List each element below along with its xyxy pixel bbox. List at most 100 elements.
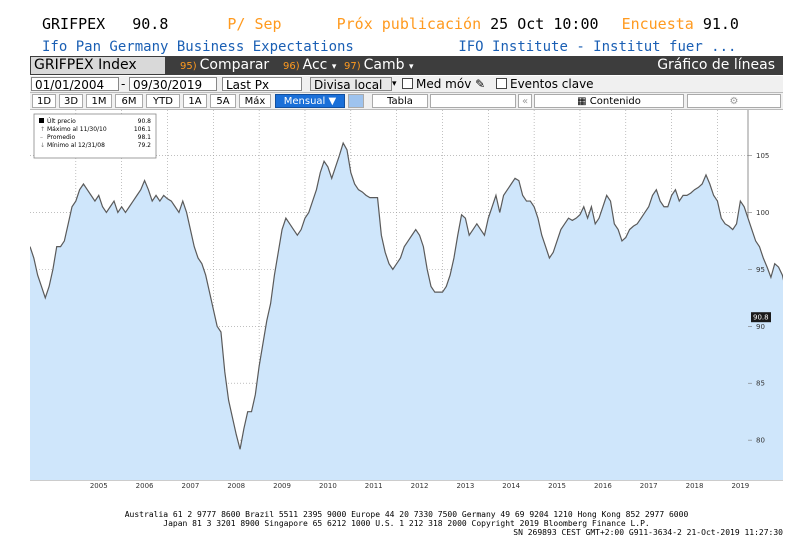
ticker-label: GRIFPEX	[42, 15, 106, 33]
range-button-1a[interactable]: 1A	[183, 94, 207, 108]
range-bar: 1D 3D 1M 6M YTD 1A 5A Máx Mensual ▼ Tabl…	[30, 93, 783, 110]
index-source: IFO Institute - Institut fuer ...	[458, 39, 737, 55]
key-events-checkbox[interactable]	[496, 78, 507, 89]
change-dropdown-icon: ▾	[408, 62, 414, 72]
legend-avg-label: Promedio	[47, 134, 76, 141]
currency-dropdown-icon[interactable]: ▾	[392, 76, 397, 92]
line-chart: 80859095100105 2005 2006 2007 2008 2009 2010 2…	[30, 110, 783, 490]
legend-min-value: 79.2	[138, 142, 152, 149]
footer-line-2: Japan 81 3 3201 8900 Singapore 65 6212 1…	[163, 519, 650, 528]
range-button-1m[interactable]: 1M	[86, 94, 112, 108]
legend-max-value: 106.1	[134, 126, 151, 133]
next-publication-date: 25 Oct 10:00	[490, 15, 599, 33]
end-date-value: 09/30/2019	[133, 78, 203, 92]
content-label: Contenido	[589, 96, 641, 107]
price-field-select[interactable]: Last Px	[222, 77, 302, 92]
footer: Australia 61 2 9777 8600 Brazil 5511 239…	[30, 510, 783, 537]
pencil-icon: ✎	[475, 77, 486, 91]
x-tick-label: 2007	[181, 482, 199, 490]
actions-dropdown-icon: ▾	[331, 62, 337, 72]
key-events-label: Eventos clave	[510, 77, 594, 91]
frequency-select[interactable]: Mensual ▼	[275, 94, 345, 108]
survey-value: 91.0	[702, 15, 739, 33]
x-tick-label: 2019	[731, 482, 749, 490]
legend-last-value: 90.8	[138, 118, 152, 125]
legend-avg-value: 98.1	[138, 134, 152, 141]
x-tick-label: 2006	[136, 482, 154, 490]
chart-type-label: Gráfico de líneas	[657, 57, 775, 73]
moving-average-toggle[interactable]: Med móv ✎	[402, 76, 485, 92]
legend-last-label: Últ precio	[47, 118, 76, 125]
x-tick-label: 2011	[365, 482, 383, 490]
footer-line-1: Australia 61 2 9777 8600 Brazil 5511 239…	[124, 510, 689, 519]
range-button-6m[interactable]: 6M	[115, 94, 143, 108]
range-button-3d[interactable]: 3D	[59, 94, 83, 108]
index-description: Ifo Pan Germany Business Expectations	[42, 39, 354, 55]
y-tick-label: 95	[756, 266, 765, 274]
end-date-field[interactable]: 09/30/2019	[129, 77, 217, 92]
compare-button[interactable]: 95) Comparar	[180, 56, 269, 75]
y-tick-label: 85	[756, 380, 765, 388]
security-value: GRIFPEX Index	[34, 57, 137, 73]
x-tick-label: 2008	[227, 482, 245, 490]
change-label: Camb	[363, 57, 405, 73]
last-value: 90.8	[132, 15, 169, 33]
key-events-toggle[interactable]: Eventos clave	[496, 76, 594, 92]
x-tick-label: 2010	[319, 482, 337, 490]
moving-average-label: Med móv	[416, 77, 472, 91]
header-row: GRIFPEX 90.8 P/ Sep Próx publicación 25 …	[42, 14, 739, 34]
compare-number: 95)	[180, 61, 197, 72]
x-tick-label: 2005	[90, 482, 108, 490]
price-field-value: Last Px	[226, 78, 270, 92]
x-tick-label: 2016	[594, 482, 612, 490]
x-tick-label: 2013	[456, 482, 474, 490]
content-button[interactable]: ▦ Contenido	[534, 94, 684, 108]
actions-button[interactable]: 96) Acc ▾	[283, 56, 336, 75]
x-tick-label: 2017	[640, 482, 658, 490]
frequency-extra-button[interactable]	[348, 94, 364, 108]
range-button-max[interactable]: Máx	[239, 94, 271, 108]
last-value-tag: 90.8	[751, 312, 771, 323]
table-button[interactable]: Tabla	[372, 94, 428, 108]
start-date-field[interactable]: 01/01/2004	[31, 77, 119, 92]
x-axis-ticks: 2005 2006 2007 2008 2009 2010 2011 2012 2013 2014…	[90, 482, 749, 490]
x-tick-label: 2009	[273, 482, 291, 490]
actions-label: Acc	[302, 57, 328, 73]
legend-min-label: Mínimo al 12/31/08	[47, 142, 105, 149]
y-tick-label: 100	[756, 209, 769, 217]
y-tick-label: 80	[756, 437, 765, 445]
security-field[interactable]: GRIFPEX Index	[31, 57, 165, 74]
x-tick-label: 2018	[686, 482, 704, 490]
x-tick-label: 2015	[548, 482, 566, 490]
actions-number: 96)	[283, 61, 300, 72]
legend-min-marker: ↓	[40, 142, 45, 149]
collapse-left-icon[interactable]: «	[518, 94, 532, 108]
moving-average-checkbox[interactable]	[402, 78, 413, 89]
y-tick-label: 90	[756, 323, 765, 331]
change-number: 97)	[344, 61, 361, 72]
description-row: Ifo Pan Germany Business Expectations IF…	[42, 38, 736, 56]
x-tick-label: 2012	[411, 482, 429, 490]
x-tick-label: 2014	[502, 482, 520, 490]
footer-line-3: SN 269893 CEST GMT+2:00 G911-3634-2 21-O…	[513, 528, 783, 537]
currency-select[interactable]: Divisa local	[310, 77, 392, 92]
range-button-1d[interactable]: 1D	[32, 94, 56, 108]
table-input[interactable]	[430, 94, 516, 108]
last-value-tag-text: 90.8	[753, 314, 769, 322]
date-separator: -	[121, 77, 126, 91]
settings-gear-icon[interactable]: ⚙	[687, 94, 781, 108]
chart-legend: Últ precio 90.8 ↑ Máximo al 11/30/10 106…	[33, 113, 157, 159]
y-tick-label: 105	[756, 152, 769, 160]
currency-value: Divisa local	[314, 78, 383, 92]
legend-max-marker: ↑	[40, 126, 45, 133]
start-date-value: 01/01/2004	[35, 78, 105, 92]
legend-last-marker	[39, 118, 44, 123]
survey-label: Encuesta	[621, 15, 694, 33]
period-label: P/ Sep	[227, 15, 282, 33]
range-button-5a[interactable]: 5A	[210, 94, 236, 108]
change-button[interactable]: 97) Camb ▾	[344, 56, 414, 75]
legend-max-label: Máximo al 11/30/10	[47, 126, 107, 133]
range-button-ytd[interactable]: YTD	[146, 94, 180, 108]
next-publication-label: Próx publicación	[336, 15, 482, 33]
content-icon: ▦	[577, 96, 587, 107]
